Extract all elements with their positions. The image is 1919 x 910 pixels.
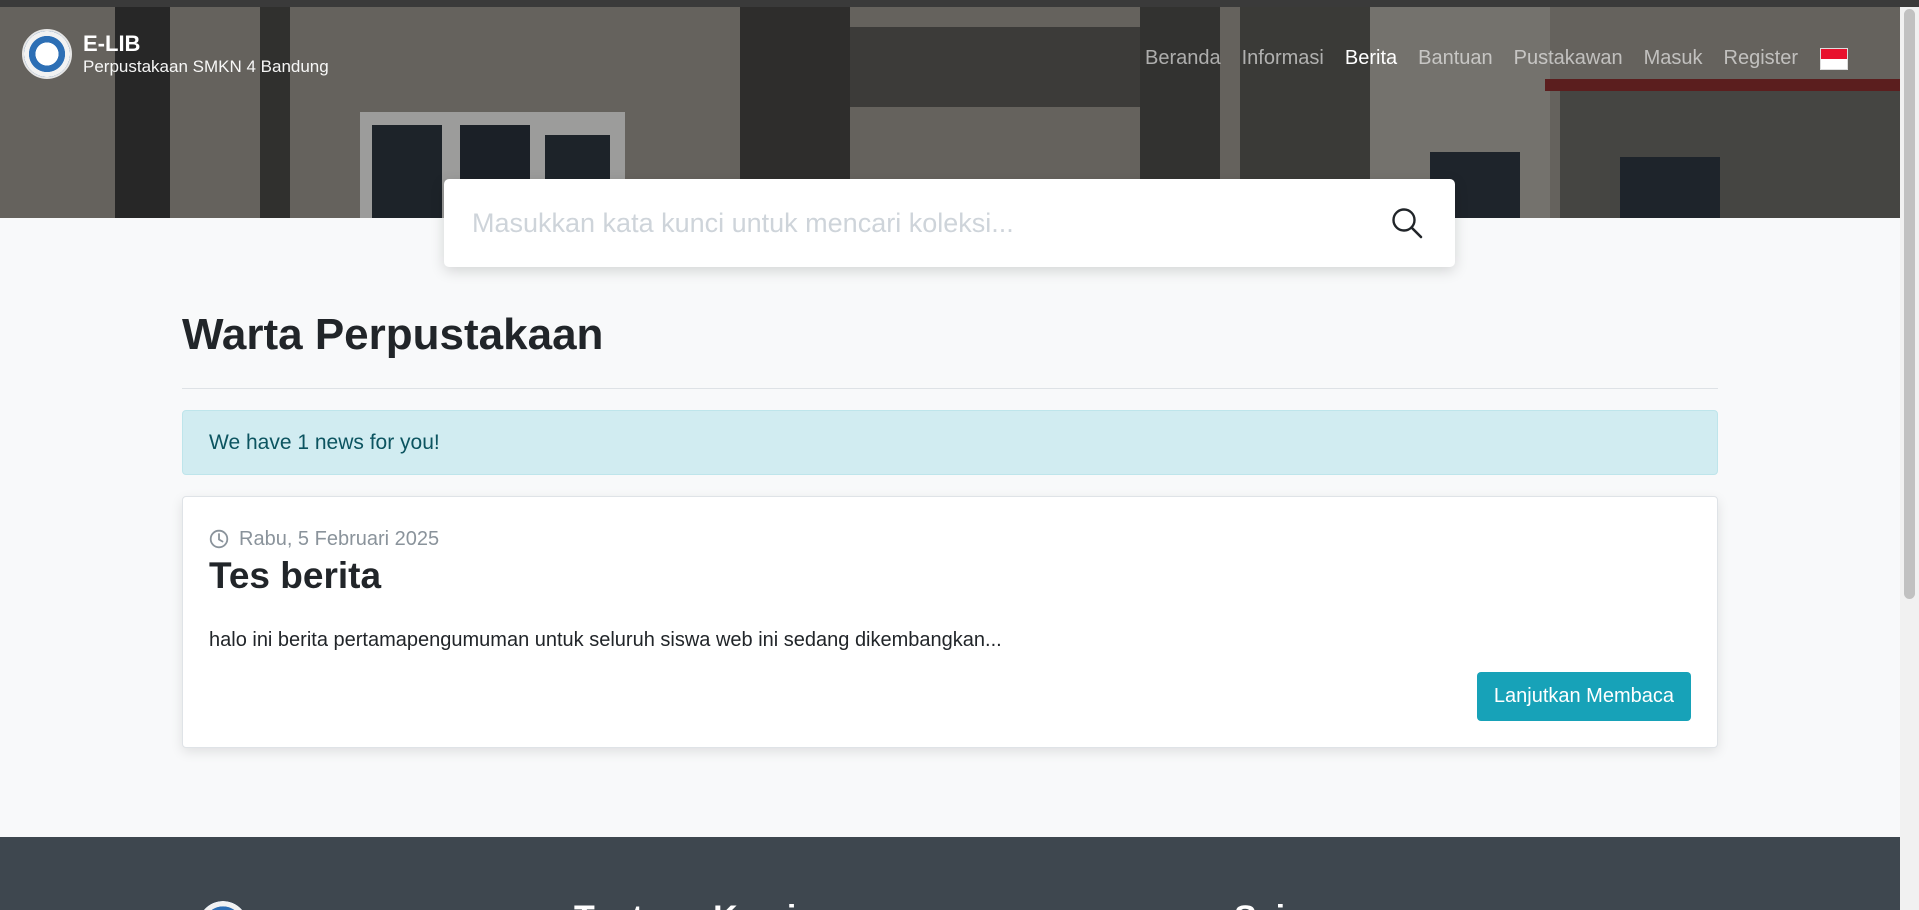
search-input[interactable] [472, 207, 1387, 239]
nav-item-masuk[interactable]: Masuk [1644, 47, 1703, 70]
nav-item-pustakawan[interactable]: Pustakawan [1514, 47, 1623, 70]
scrollbar-thumb[interactable] [1904, 9, 1915, 599]
main-navigation: Beranda Informasi Berita Bantuan Pustaka… [1124, 47, 1848, 70]
news-title[interactable]: Tes berita [209, 553, 1691, 599]
footer-heading-social: Sci... [1234, 899, 1313, 910]
read-more-button[interactable]: Lanjutkan Membaca [1476, 672, 1691, 721]
footer-school-emblem-logo [198, 901, 248, 910]
school-emblem-logo [22, 29, 72, 79]
main-content: Warta Perpustakaan We have 1 news for yo… [182, 305, 1718, 748]
nav-item-berita[interactable]: Berita [1345, 47, 1397, 70]
search-icon [1392, 208, 1423, 239]
news-date: Rabu, 5 Februari 2025 [209, 527, 1691, 551]
page-scrollbar[interactable] [1900, 7, 1919, 910]
divider [182, 388, 1718, 389]
search-bar [444, 179, 1455, 267]
nav-item-register[interactable]: Register [1724, 47, 1798, 70]
brand[interactable]: E-LIB Perpustakaan SMKN 4 Bandung [22, 29, 329, 79]
indonesia-flag-icon[interactable] [1820, 47, 1848, 70]
browser-top-strip [0, 0, 1919, 7]
page-title: Warta Perpustakaan [182, 310, 604, 359]
brand-title: E-LIB [83, 31, 141, 56]
footer-heading-about: Tentang Kami [574, 899, 796, 910]
nav-item-bantuan[interactable]: Bantuan [1418, 47, 1493, 70]
clock-icon [209, 529, 229, 549]
footer: Tentang Kami Sci... [0, 837, 1900, 910]
brand-subtitle: Perpustakaan SMKN 4 Bandung [83, 57, 329, 76]
news-excerpt: halo ini berita pertamapengumuman untuk … [209, 629, 1002, 651]
news-card: Rabu, 5 Februari 2025 Tes berita halo in… [182, 496, 1718, 748]
nav-item-informasi[interactable]: Informasi [1242, 47, 1324, 70]
nav-item-beranda[interactable]: Beranda [1145, 47, 1221, 70]
news-date-text: Rabu, 5 Februari 2025 [239, 528, 440, 550]
search-button[interactable] [1387, 203, 1427, 243]
news-count-alert: We have 1 news for you! [182, 410, 1718, 475]
